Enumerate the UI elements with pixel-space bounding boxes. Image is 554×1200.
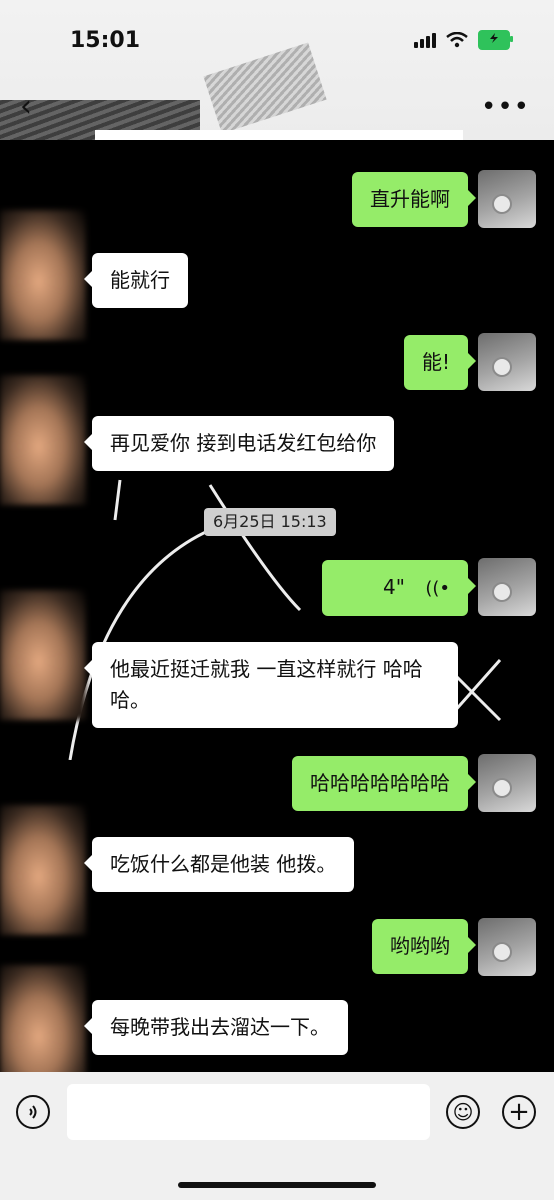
received-message-bubble[interactable]: 再见爱你 接到电话发红包给你 (83, 416, 395, 471)
received-message-bubble[interactable]: 能就行 (84, 253, 188, 308)
received-message-bubble[interactable]: 吃饭什么都是他装 他拨。 (83, 837, 355, 892)
sent-message-bubble[interactable]: 哈哈哈哈哈哈哈 (292, 756, 476, 811)
status-time: 15:01 (70, 28, 141, 53)
voice-duration: 4" (383, 575, 405, 599)
contact-avatar[interactable] (0, 375, 86, 505)
contact-avatar[interactable] (0, 210, 86, 340)
battery-icon (478, 30, 513, 50)
home-indicator[interactable] (178, 1182, 376, 1188)
emoji-icon: ☺ (452, 1100, 474, 1124)
more-button[interactable]: ••• (481, 92, 530, 122)
plus-icon: + (508, 1097, 530, 1127)
received-message-bubble[interactable]: 他最近挺迁就我 一直这样就行 哈哈哈。 (84, 642, 458, 728)
user-avatar[interactable] (478, 558, 536, 616)
signal-icon (414, 32, 436, 48)
sent-message-bubble[interactable]: 能! (403, 335, 477, 390)
chat-area[interactable]: 直升能啊 能就行 能! 再见爱你 接到电话发红包给你 6月25日 15:13 4… (0, 140, 554, 1072)
user-avatar[interactable] (478, 754, 536, 812)
voice-message-bubble[interactable]: 4" ((• (322, 560, 476, 616)
scribble-overlay (203, 42, 327, 134)
wifi-icon (446, 32, 468, 48)
voice-icon (29, 1105, 37, 1119)
back-button[interactable]: ‹ (20, 92, 32, 122)
chat-timestamp: 6月25日 15:13 (204, 508, 336, 536)
input-bar: ☺ + (0, 1072, 554, 1200)
sent-message-bubble[interactable]: 直升能啊 (352, 172, 476, 227)
top-bar: 15:01 ‹ ••• (0, 0, 554, 160)
user-avatar[interactable] (478, 918, 536, 976)
sent-message-bubble[interactable]: 哟哟哟 (372, 919, 476, 974)
contact-avatar[interactable] (0, 805, 86, 935)
received-message-bubble[interactable]: 每晚带我出去溜达一下。 (84, 1000, 348, 1055)
add-button[interactable]: + (502, 1095, 536, 1129)
user-avatar[interactable] (478, 170, 536, 228)
contact-avatar[interactable] (0, 590, 86, 720)
contact-avatar[interactable] (0, 965, 86, 1072)
voice-wave-icon: ((• (425, 578, 450, 599)
status-icons (414, 30, 513, 50)
emoji-button[interactable]: ☺ (446, 1095, 480, 1129)
voice-input-button[interactable] (16, 1095, 50, 1129)
user-avatar[interactable] (478, 333, 536, 391)
message-input[interactable] (67, 1084, 430, 1140)
